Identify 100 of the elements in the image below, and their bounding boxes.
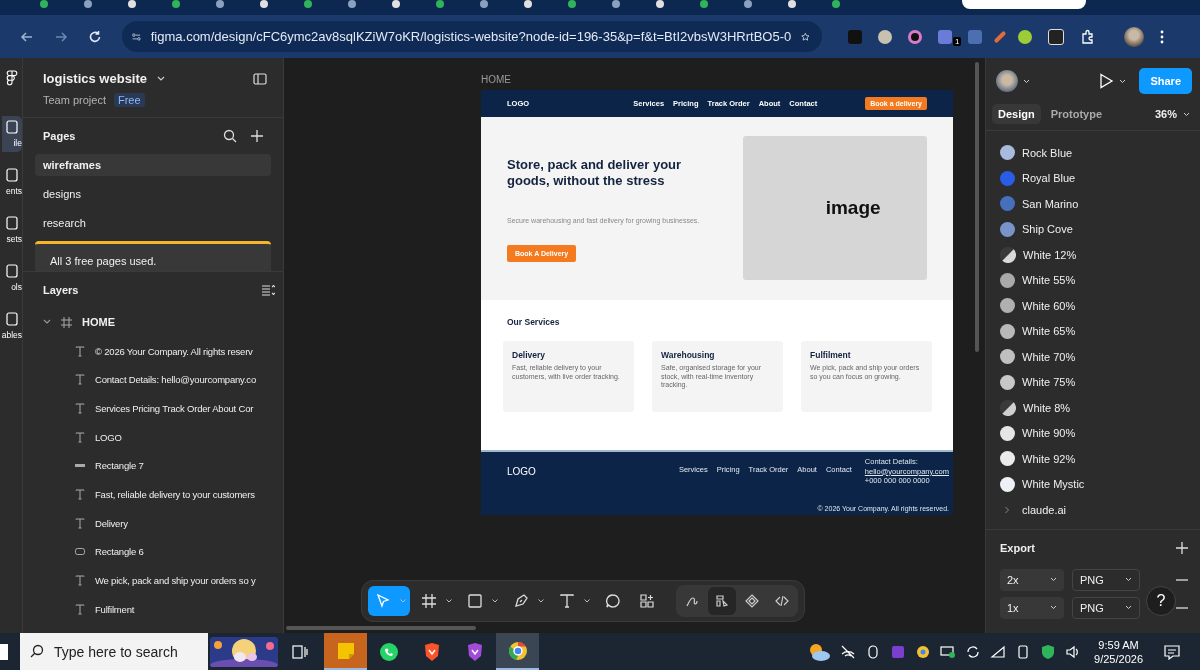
tab-favicon-icon[interactable] <box>304 0 312 8</box>
color-style-item[interactable]: San Marino <box>1000 191 1186 217</box>
color-style-item[interactable]: White 55% <box>1000 267 1186 293</box>
tab-favicon-icon[interactable] <box>128 0 136 8</box>
help-button[interactable]: ? <box>1146 586 1176 616</box>
rail-tab[interactable]: ables <box>2 308 22 344</box>
caret-icon[interactable] <box>1023 78 1030 84</box>
clock-date[interactable]: 9/25/2026 <box>1094 651 1143 666</box>
layer-row[interactable]: Rectangle 7 <box>35 451 283 481</box>
color-style-item[interactable]: White 65% <box>1000 318 1186 344</box>
scale-dropdown[interactable]: 2x <box>1000 568 1064 591</box>
tab-favicon-icon[interactable] <box>524 0 532 8</box>
clock-time[interactable]: 9:59 AM <box>1098 637 1139 652</box>
extension-icon[interactable] <box>908 29 922 44</box>
tab-favicon-icon[interactable] <box>656 0 664 8</box>
collapse-layers-icon[interactable] <box>261 284 275 296</box>
tab-favicon-icon[interactable] <box>392 0 400 8</box>
tab-favicon-icon[interactable] <box>612 0 620 8</box>
sync-icon[interactable] <box>965 643 982 660</box>
add-page-icon[interactable] <box>251 130 263 142</box>
horizontal-scrollbar[interactable] <box>286 626 476 630</box>
tab-favicon-icon[interactable] <box>480 0 488 8</box>
menu-icon[interactable] <box>1160 29 1164 44</box>
panel-tab[interactable]: Design <box>992 104 1041 124</box>
page-item[interactable]: research <box>35 212 271 234</box>
caret-icon[interactable] <box>43 319 51 326</box>
file-title[interactable]: logistics website <box>43 71 148 86</box>
notifications-icon[interactable] <box>1164 643 1180 660</box>
layer-row[interactable]: We pick, pack and ship your orders so y <box>35 566 283 595</box>
tab-favicon-icon[interactable] <box>568 0 576 8</box>
color-style-item[interactable]: White 70% <box>1000 344 1186 370</box>
layer-row[interactable]: Fulfilment <box>35 594 283 624</box>
rail-tab[interactable]: ols <box>2 260 22 296</box>
color-style-item[interactable]: White 92% <box>1000 446 1186 472</box>
tab-favicon-icon[interactable] <box>84 0 92 8</box>
hidden-network-icon[interactable] <box>840 643 857 660</box>
rail-tab[interactable]: ile <box>2 116 22 152</box>
extension-icon[interactable] <box>878 29 892 44</box>
tab-favicon-icon[interactable] <box>832 0 840 8</box>
puzzle-icon[interactable] <box>1080 28 1096 45</box>
extension-icon[interactable] <box>1018 29 1032 44</box>
address-bar[interactable]: figma.com/design/cFC6ymc2av8sqlKZiW7oKR/logistics-website?node-id=196-35&p=f&t=BtI2vbsW3HRrtBO5-0 <box>122 21 822 52</box>
tab-favicon-icon[interactable] <box>788 0 796 8</box>
color-style-item[interactable]: White 60% <box>1000 293 1186 319</box>
task-view-icon[interactable] <box>292 644 308 659</box>
color-style-item[interactable]: White 90% <box>1000 420 1186 446</box>
user-avatar[interactable] <box>996 70 1018 92</box>
start-icon[interactable] <box>0 643 8 660</box>
site-settings-icon[interactable] <box>132 30 141 43</box>
zoom-dropdown[interactable]: 36% <box>1154 108 1190 120</box>
tab-favicon-icon[interactable] <box>216 0 224 8</box>
color-style-item[interactable]: Royal Blue <box>1000 165 1186 191</box>
browser-icon[interactable] <box>915 643 932 660</box>
tab-favicon-icon[interactable] <box>744 0 752 8</box>
layer-row[interactable]: LOGO <box>35 422 283 452</box>
layer-row[interactable]: Services Pricing Track Order About Cor <box>35 394 283 423</box>
color-style-item[interactable]: White Mystic <box>1000 471 1186 497</box>
weather-icon[interactable] <box>807 641 832 662</box>
color-style-item[interactable]: Rock Blue <box>1000 140 1186 166</box>
remove-icon[interactable] <box>1176 606 1188 609</box>
mode-button[interactable] <box>708 587 736 615</box>
taskbar-app[interactable] <box>496 633 539 670</box>
layer-row[interactable]: © 2026 Your Company. All rights reserv <box>35 336 283 366</box>
page-item[interactable]: wireframes <box>35 154 271 176</box>
forward-icon[interactable] <box>54 29 68 44</box>
format-dropdown[interactable]: PNG <box>1072 596 1140 619</box>
caret-icon[interactable] <box>446 599 452 603</box>
tab-favicon-icon[interactable] <box>260 0 268 8</box>
layer-row[interactable]: Rectangle 6 <box>35 537 283 567</box>
tool-button[interactable] <box>368 586 410 616</box>
figma-logo-icon[interactable] <box>6 70 18 86</box>
wifi-icon[interactable] <box>990 643 1007 660</box>
profile-avatar[interactable] <box>1124 26 1144 47</box>
back-icon[interactable] <box>20 29 34 44</box>
sidebar-toggle-icon[interactable] <box>253 72 267 85</box>
frame-label[interactable]: HOME <box>481 74 953 85</box>
remove-icon[interactable] <box>1176 578 1188 581</box>
caret-icon[interactable] <box>1119 78 1127 84</box>
scale-dropdown[interactable]: 1x <box>1000 596 1064 619</box>
caret-icon[interactable] <box>538 599 544 603</box>
add-export-icon[interactable] <box>1176 541 1188 554</box>
tab-favicon-icon[interactable] <box>348 0 356 8</box>
search-icon[interactable] <box>223 129 237 143</box>
tab-favicon-icon[interactable] <box>40 0 48 8</box>
play-icon[interactable] <box>1098 73 1115 89</box>
tab-favicon-icon[interactable] <box>700 0 708 8</box>
tab-favicon-icon[interactable] <box>172 0 180 8</box>
layer-row[interactable]: Delivery <box>35 508 283 538</box>
shield-icon[interactable] <box>1040 643 1057 660</box>
reload-icon[interactable] <box>88 29 102 44</box>
color-style-item[interactable]: Ship Cove <box>1000 216 1186 242</box>
vertical-scrollbar[interactable] <box>975 62 979 352</box>
taskbar-search-field[interactable]: Type here to search <box>20 633 208 670</box>
rail-tab[interactable]: sets <box>2 212 22 248</box>
style-group[interactable]: claude.ai <box>1000 497 1186 523</box>
tab-favicon-icon[interactable] <box>436 0 444 8</box>
page-item[interactable]: designs <box>35 183 271 205</box>
display-icon[interactable] <box>940 643 957 660</box>
layer-row[interactable]: HOME <box>35 308 283 337</box>
panel-tab[interactable]: Prototype <box>1044 104 1109 124</box>
